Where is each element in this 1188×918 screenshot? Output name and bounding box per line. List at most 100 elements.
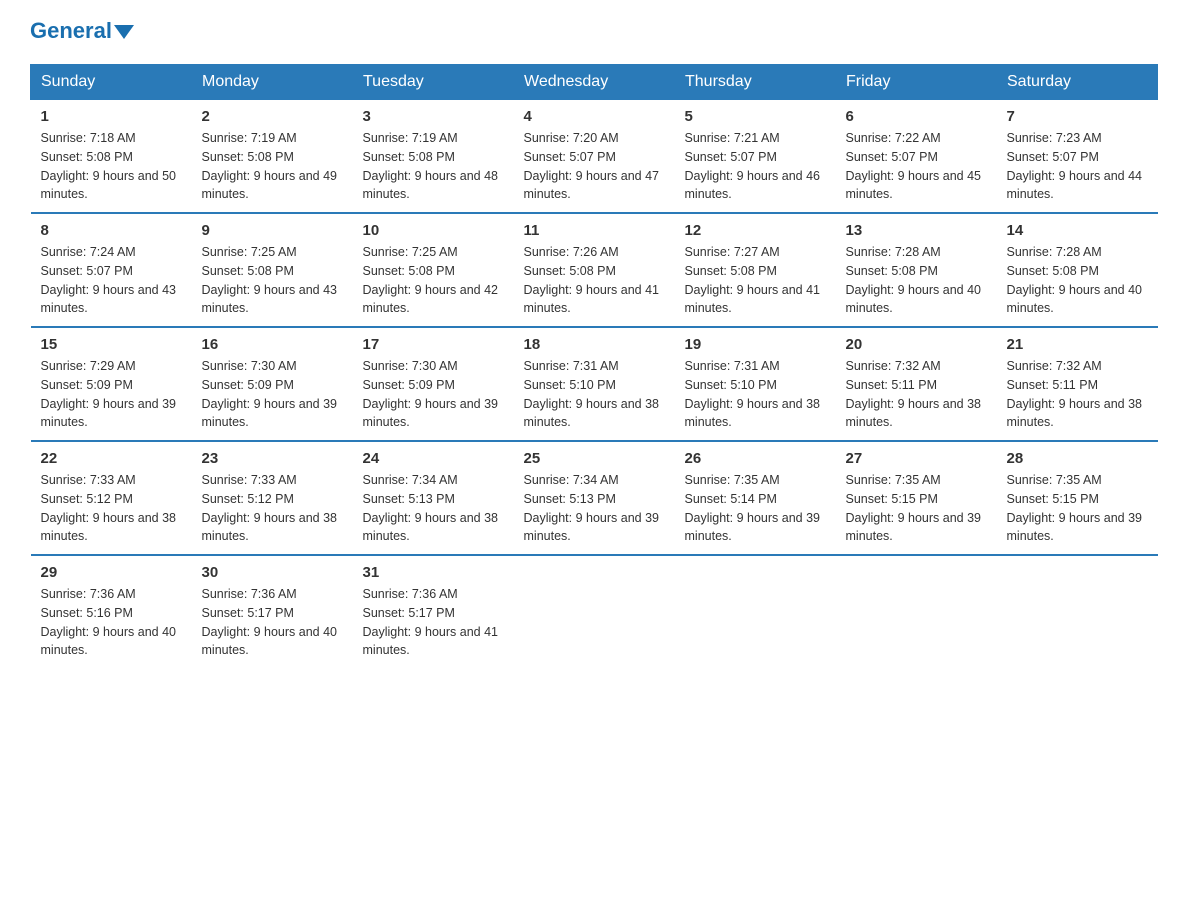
- logo-general: General: [30, 20, 134, 42]
- logo-triangle-icon: [114, 25, 134, 39]
- day-number: 10: [363, 222, 504, 239]
- calendar-day-cell: 8 Sunrise: 7:24 AM Sunset: 5:07 PM Dayli…: [31, 213, 192, 327]
- calendar-day-cell: 22 Sunrise: 7:33 AM Sunset: 5:12 PM Dayl…: [31, 441, 192, 555]
- day-info: Sunrise: 7:31 AM Sunset: 5:10 PM Dayligh…: [524, 357, 665, 432]
- day-info: Sunrise: 7:30 AM Sunset: 5:09 PM Dayligh…: [202, 357, 343, 432]
- day-number: 27: [846, 450, 987, 467]
- day-info: Sunrise: 7:29 AM Sunset: 5:09 PM Dayligh…: [41, 357, 182, 432]
- day-info: Sunrise: 7:19 AM Sunset: 5:08 PM Dayligh…: [363, 129, 504, 204]
- calendar-day-cell: 14 Sunrise: 7:28 AM Sunset: 5:08 PM Dayl…: [997, 213, 1158, 327]
- calendar-day-cell: [675, 555, 836, 668]
- calendar-week-row: 15 Sunrise: 7:29 AM Sunset: 5:09 PM Dayl…: [31, 327, 1158, 441]
- day-info: Sunrise: 7:26 AM Sunset: 5:08 PM Dayligh…: [524, 243, 665, 318]
- day-info: Sunrise: 7:21 AM Sunset: 5:07 PM Dayligh…: [685, 129, 826, 204]
- day-number: 26: [685, 450, 826, 467]
- day-number: 19: [685, 336, 826, 353]
- day-info: Sunrise: 7:35 AM Sunset: 5:14 PM Dayligh…: [685, 471, 826, 546]
- calendar-day-cell: 7 Sunrise: 7:23 AM Sunset: 5:07 PM Dayli…: [997, 100, 1158, 214]
- day-info: Sunrise: 7:34 AM Sunset: 5:13 PM Dayligh…: [524, 471, 665, 546]
- calendar-day-cell: 3 Sunrise: 7:19 AM Sunset: 5:08 PM Dayli…: [353, 100, 514, 214]
- day-number: 22: [41, 450, 182, 467]
- calendar-day-cell: [514, 555, 675, 668]
- day-info: Sunrise: 7:36 AM Sunset: 5:17 PM Dayligh…: [202, 585, 343, 660]
- calendar-day-cell: 2 Sunrise: 7:19 AM Sunset: 5:08 PM Dayli…: [192, 100, 353, 214]
- calendar-day-cell: 29 Sunrise: 7:36 AM Sunset: 5:16 PM Dayl…: [31, 555, 192, 668]
- weekday-header-friday: Friday: [836, 65, 997, 100]
- weekday-header-thursday: Thursday: [675, 65, 836, 100]
- calendar-day-cell: 27 Sunrise: 7:35 AM Sunset: 5:15 PM Dayl…: [836, 441, 997, 555]
- calendar-day-cell: 21 Sunrise: 7:32 AM Sunset: 5:11 PM Dayl…: [997, 327, 1158, 441]
- calendar-day-cell: 13 Sunrise: 7:28 AM Sunset: 5:08 PM Dayl…: [836, 213, 997, 327]
- calendar-day-cell: 1 Sunrise: 7:18 AM Sunset: 5:08 PM Dayli…: [31, 100, 192, 214]
- day-number: 30: [202, 564, 343, 581]
- calendar-day-cell: 23 Sunrise: 7:33 AM Sunset: 5:12 PM Dayl…: [192, 441, 353, 555]
- calendar-day-cell: 18 Sunrise: 7:31 AM Sunset: 5:10 PM Dayl…: [514, 327, 675, 441]
- day-info: Sunrise: 7:25 AM Sunset: 5:08 PM Dayligh…: [363, 243, 504, 318]
- day-info: Sunrise: 7:18 AM Sunset: 5:08 PM Dayligh…: [41, 129, 182, 204]
- day-number: 16: [202, 336, 343, 353]
- calendar-table: SundayMondayTuesdayWednesdayThursdayFrid…: [30, 64, 1158, 668]
- day-number: 31: [363, 564, 504, 581]
- calendar-day-cell: 4 Sunrise: 7:20 AM Sunset: 5:07 PM Dayli…: [514, 100, 675, 214]
- weekday-header-wednesday: Wednesday: [514, 65, 675, 100]
- day-info: Sunrise: 7:28 AM Sunset: 5:08 PM Dayligh…: [1007, 243, 1148, 318]
- day-number: 1: [41, 108, 182, 125]
- weekday-header-row: SundayMondayTuesdayWednesdayThursdayFrid…: [31, 65, 1158, 100]
- day-info: Sunrise: 7:33 AM Sunset: 5:12 PM Dayligh…: [41, 471, 182, 546]
- day-number: 6: [846, 108, 987, 125]
- calendar-day-cell: 25 Sunrise: 7:34 AM Sunset: 5:13 PM Dayl…: [514, 441, 675, 555]
- day-info: Sunrise: 7:28 AM Sunset: 5:08 PM Dayligh…: [846, 243, 987, 318]
- day-info: Sunrise: 7:23 AM Sunset: 5:07 PM Dayligh…: [1007, 129, 1148, 204]
- day-number: 14: [1007, 222, 1148, 239]
- day-number: 20: [846, 336, 987, 353]
- day-info: Sunrise: 7:19 AM Sunset: 5:08 PM Dayligh…: [202, 129, 343, 204]
- calendar-body: 1 Sunrise: 7:18 AM Sunset: 5:08 PM Dayli…: [31, 100, 1158, 669]
- weekday-header-saturday: Saturday: [997, 65, 1158, 100]
- calendar-day-cell: 9 Sunrise: 7:25 AM Sunset: 5:08 PM Dayli…: [192, 213, 353, 327]
- calendar-week-row: 29 Sunrise: 7:36 AM Sunset: 5:16 PM Dayl…: [31, 555, 1158, 668]
- day-info: Sunrise: 7:24 AM Sunset: 5:07 PM Dayligh…: [41, 243, 182, 318]
- day-number: 8: [41, 222, 182, 239]
- calendar-day-cell: 28 Sunrise: 7:35 AM Sunset: 5:15 PM Dayl…: [997, 441, 1158, 555]
- day-info: Sunrise: 7:30 AM Sunset: 5:09 PM Dayligh…: [363, 357, 504, 432]
- weekday-header-monday: Monday: [192, 65, 353, 100]
- day-number: 15: [41, 336, 182, 353]
- calendar-week-row: 1 Sunrise: 7:18 AM Sunset: 5:08 PM Dayli…: [31, 100, 1158, 214]
- page-header: General: [30, 20, 1158, 44]
- logo: General: [30, 20, 134, 44]
- day-number: 17: [363, 336, 504, 353]
- calendar-day-cell: [836, 555, 997, 668]
- day-info: Sunrise: 7:35 AM Sunset: 5:15 PM Dayligh…: [1007, 471, 1148, 546]
- day-number: 3: [363, 108, 504, 125]
- day-info: Sunrise: 7:32 AM Sunset: 5:11 PM Dayligh…: [846, 357, 987, 432]
- day-number: 25: [524, 450, 665, 467]
- calendar-day-cell: 19 Sunrise: 7:31 AM Sunset: 5:10 PM Dayl…: [675, 327, 836, 441]
- day-number: 2: [202, 108, 343, 125]
- calendar-day-cell: 5 Sunrise: 7:21 AM Sunset: 5:07 PM Dayli…: [675, 100, 836, 214]
- calendar-day-cell: 12 Sunrise: 7:27 AM Sunset: 5:08 PM Dayl…: [675, 213, 836, 327]
- calendar-day-cell: 20 Sunrise: 7:32 AM Sunset: 5:11 PM Dayl…: [836, 327, 997, 441]
- day-number: 28: [1007, 450, 1148, 467]
- calendar-day-cell: 31 Sunrise: 7:36 AM Sunset: 5:17 PM Dayl…: [353, 555, 514, 668]
- day-number: 29: [41, 564, 182, 581]
- day-number: 24: [363, 450, 504, 467]
- calendar-day-cell: 26 Sunrise: 7:35 AM Sunset: 5:14 PM Dayl…: [675, 441, 836, 555]
- day-info: Sunrise: 7:33 AM Sunset: 5:12 PM Dayligh…: [202, 471, 343, 546]
- weekday-header-sunday: Sunday: [31, 65, 192, 100]
- calendar-day-cell: 6 Sunrise: 7:22 AM Sunset: 5:07 PM Dayli…: [836, 100, 997, 214]
- day-info: Sunrise: 7:31 AM Sunset: 5:10 PM Dayligh…: [685, 357, 826, 432]
- day-number: 4: [524, 108, 665, 125]
- calendar-day-cell: 11 Sunrise: 7:26 AM Sunset: 5:08 PM Dayl…: [514, 213, 675, 327]
- day-number: 7: [1007, 108, 1148, 125]
- day-number: 12: [685, 222, 826, 239]
- day-info: Sunrise: 7:36 AM Sunset: 5:17 PM Dayligh…: [363, 585, 504, 660]
- day-number: 23: [202, 450, 343, 467]
- day-info: Sunrise: 7:34 AM Sunset: 5:13 PM Dayligh…: [363, 471, 504, 546]
- day-info: Sunrise: 7:32 AM Sunset: 5:11 PM Dayligh…: [1007, 357, 1148, 432]
- calendar-day-cell: 24 Sunrise: 7:34 AM Sunset: 5:13 PM Dayl…: [353, 441, 514, 555]
- calendar-day-cell: 30 Sunrise: 7:36 AM Sunset: 5:17 PM Dayl…: [192, 555, 353, 668]
- day-number: 18: [524, 336, 665, 353]
- calendar-day-cell: 16 Sunrise: 7:30 AM Sunset: 5:09 PM Dayl…: [192, 327, 353, 441]
- calendar-day-cell: 17 Sunrise: 7:30 AM Sunset: 5:09 PM Dayl…: [353, 327, 514, 441]
- calendar-day-cell: 10 Sunrise: 7:25 AM Sunset: 5:08 PM Dayl…: [353, 213, 514, 327]
